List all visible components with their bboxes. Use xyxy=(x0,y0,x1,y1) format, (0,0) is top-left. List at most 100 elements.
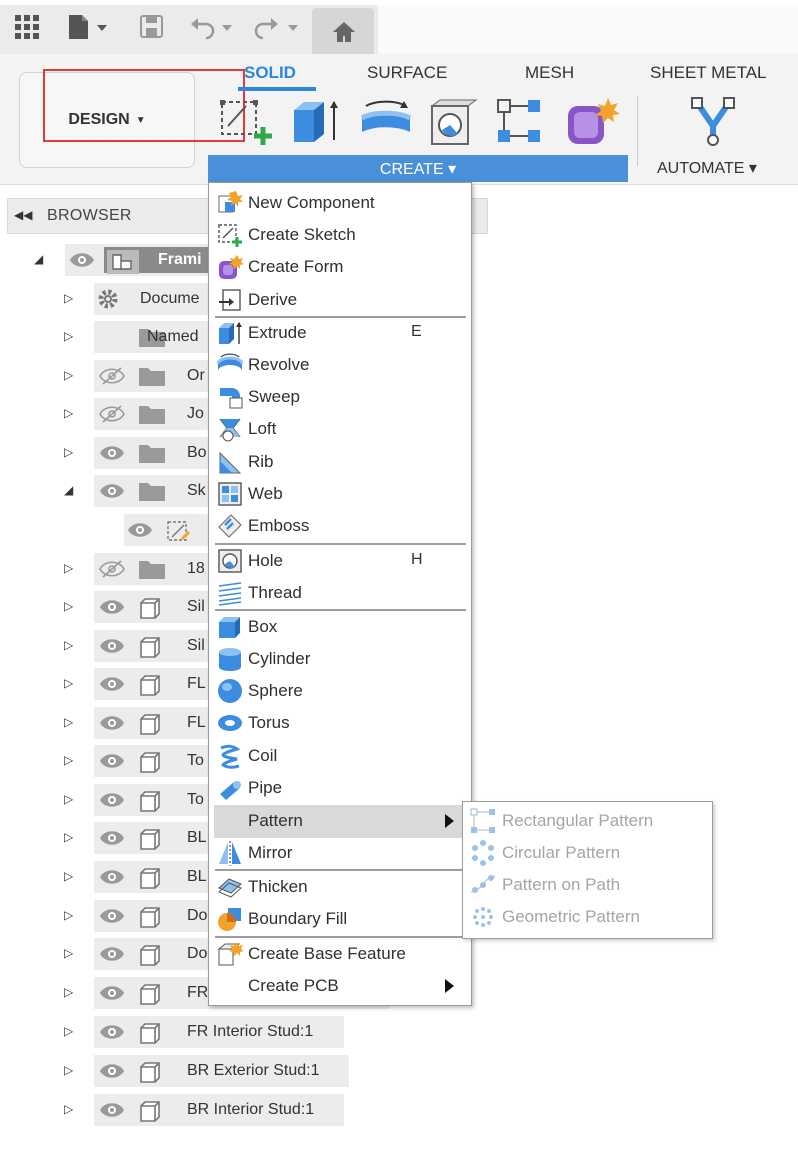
visibility-eye-icon[interactable] xyxy=(99,945,125,968)
visibility-eye-icon[interactable] xyxy=(99,907,125,930)
hidden-eye-icon[interactable] xyxy=(99,367,125,390)
visibility-eye-icon[interactable] xyxy=(99,829,125,852)
collapse-browser-icon[interactable]: ◀◀ xyxy=(14,208,32,222)
menu-item-box[interactable]: Box xyxy=(216,612,466,642)
menu-item-emboss[interactable]: Emboss xyxy=(216,511,466,541)
torus-icon xyxy=(217,710,243,736)
menu-item-coil[interactable]: Coil xyxy=(216,741,466,771)
expand-triangle-icon[interactable]: ▷ xyxy=(64,908,73,922)
body-icon xyxy=(138,827,162,856)
submenu-item-pattern-on-path[interactable]: Pattern on Path xyxy=(470,870,710,900)
menu-item-create-pcb[interactable]: Create PCB xyxy=(216,971,466,1001)
menu-item-cylinder[interactable]: Cylinder xyxy=(216,644,466,674)
extrude-tool-icon[interactable] xyxy=(290,96,346,150)
tab-surface[interactable]: SURFACE xyxy=(367,63,447,83)
create-dropdown-button[interactable]: CREATE ▾ xyxy=(208,155,628,182)
submenu-item-rectangular-pattern[interactable]: Rectangular Pattern xyxy=(470,806,710,836)
browser-row-label: 18 xyxy=(187,560,205,577)
create-form-tool-icon[interactable] xyxy=(564,96,622,150)
menu-item-mirror[interactable]: Mirror xyxy=(216,838,466,868)
expand-triangle-icon[interactable]: ▷ xyxy=(64,753,73,767)
menu-item-derive[interactable]: Derive xyxy=(216,285,466,315)
visibility-eye-icon[interactable] xyxy=(99,868,125,891)
expand-triangle-icon[interactable]: ▷ xyxy=(64,792,73,806)
visibility-eye-icon[interactable] xyxy=(69,251,95,274)
visibility-eye-icon[interactable] xyxy=(99,1023,125,1046)
save-icon[interactable] xyxy=(139,14,165,40)
undo-icon[interactable] xyxy=(190,14,238,40)
visibility-eye-icon[interactable] xyxy=(127,521,153,544)
hidden-eye-icon[interactable] xyxy=(99,405,125,428)
hidden-eye-icon[interactable] xyxy=(99,560,125,583)
visibility-eye-icon[interactable] xyxy=(99,714,125,737)
expand-triangle-icon[interactable]: ▷ xyxy=(64,869,73,883)
browser-row-label: FL xyxy=(187,675,206,692)
expand-triangle-icon[interactable]: ▷ xyxy=(64,830,73,844)
create-sketch-tool-icon[interactable] xyxy=(218,96,276,150)
visibility-eye-icon[interactable] xyxy=(99,598,125,621)
expand-triangle-icon[interactable]: ▷ xyxy=(64,291,73,305)
menu-item-new-component[interactable]: New Component xyxy=(216,188,466,218)
expand-triangle-icon[interactable]: ▷ xyxy=(64,406,73,420)
expand-triangle-icon[interactable]: ▷ xyxy=(64,599,73,613)
menu-item-extrude[interactable]: Extrude E xyxy=(216,318,466,348)
menu-item-hole[interactable]: Hole H xyxy=(216,546,466,576)
menu-item-pipe[interactable]: Pipe xyxy=(216,773,466,803)
expand-triangle-icon[interactable]: ▷ xyxy=(64,445,73,459)
menu-item-thread[interactable]: Thread xyxy=(216,578,466,608)
visibility-eye-icon[interactable] xyxy=(99,675,125,698)
menu-item-rib[interactable]: Rib xyxy=(216,447,466,477)
expand-triangle-icon[interactable]: ▷ xyxy=(64,638,73,652)
home-tab[interactable] xyxy=(312,8,374,54)
apps-grid-icon[interactable] xyxy=(14,14,40,40)
submenu-item-circular-pattern[interactable]: Circular Pattern xyxy=(470,838,710,868)
automate-dropdown-button[interactable]: AUTOMATE ▾ xyxy=(657,158,757,178)
visibility-eye-icon[interactable] xyxy=(99,984,125,1007)
menu-item-sphere[interactable]: Sphere xyxy=(216,676,466,706)
tab-sheet-metal[interactable]: SHEET METAL xyxy=(650,63,767,83)
visibility-eye-icon[interactable] xyxy=(99,752,125,775)
menu-item-loft[interactable]: Loft xyxy=(216,414,466,444)
menu-item-pattern[interactable]: Pattern xyxy=(216,806,466,836)
file-icon[interactable] xyxy=(67,14,113,40)
tab-solid[interactable]: SOLID xyxy=(244,63,296,83)
pattern-tool-icon[interactable] xyxy=(494,96,550,150)
menu-item-boundary-fill[interactable]: Boundary Fill xyxy=(216,904,466,934)
collapse-triangle-icon[interactable]: ◢ xyxy=(64,483,73,497)
redo-icon[interactable] xyxy=(253,14,301,40)
menu-item-sweep[interactable]: Sweep xyxy=(216,382,466,412)
visibility-eye-icon[interactable] xyxy=(99,1101,125,1124)
expand-triangle-icon[interactable]: ▷ xyxy=(64,676,73,690)
expand-triangle-icon[interactable]: ▷ xyxy=(64,368,73,382)
visibility-eye-icon[interactable] xyxy=(99,791,125,814)
menu-item-thicken[interactable]: Thicken xyxy=(216,872,466,902)
expand-triangle-icon[interactable]: ▷ xyxy=(64,946,73,960)
expand-triangle-icon[interactable]: ▷ xyxy=(64,715,73,729)
submenu-item-geometric-pattern[interactable]: Geometric Pattern xyxy=(470,902,710,932)
expand-triangle-icon[interactable]: ▷ xyxy=(64,329,73,343)
collapse-triangle-icon[interactable]: ◢ xyxy=(34,252,43,266)
menu-item-create-form[interactable]: Create Form xyxy=(216,252,466,282)
menu-item-revolve[interactable]: Revolve xyxy=(216,350,466,380)
menu-item-create-sketch[interactable]: Create Sketch xyxy=(216,220,466,250)
visibility-eye-icon[interactable] xyxy=(99,637,125,660)
revolve-tool-icon[interactable] xyxy=(358,98,414,148)
expand-triangle-icon[interactable]: ▷ xyxy=(64,1024,73,1038)
body-icon xyxy=(138,712,162,741)
body-icon xyxy=(138,982,162,1011)
visibility-eye-icon[interactable] xyxy=(99,482,125,505)
expand-triangle-icon[interactable]: ▷ xyxy=(64,985,73,999)
expand-triangle-icon[interactable]: ▷ xyxy=(64,1102,73,1116)
expand-triangle-icon[interactable]: ▷ xyxy=(64,561,73,575)
automate-tool-icon[interactable] xyxy=(688,94,738,150)
hole-tool-icon[interactable] xyxy=(428,96,482,150)
menu-item-torus[interactable]: Torus xyxy=(216,708,466,738)
expand-triangle-icon[interactable]: ▷ xyxy=(64,1063,73,1077)
emboss-icon xyxy=(217,513,243,539)
menu-item-create-base-feature[interactable]: Create Base Feature xyxy=(216,939,466,969)
visibility-eye-icon[interactable] xyxy=(99,444,125,467)
tab-mesh[interactable]: MESH xyxy=(525,63,574,83)
menu-item-web[interactable]: Web xyxy=(216,479,466,509)
ribbon-separator xyxy=(637,96,638,166)
visibility-eye-icon[interactable] xyxy=(99,1062,125,1085)
